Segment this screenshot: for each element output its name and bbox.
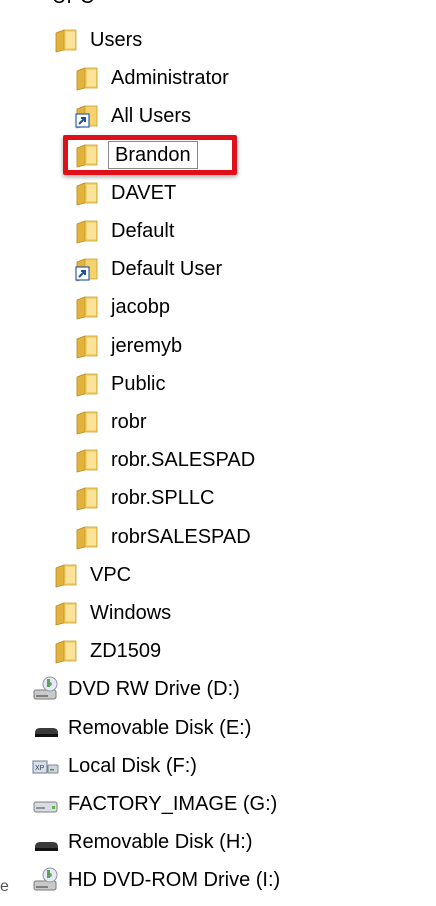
tree-item-label: UPC [52, 0, 94, 8]
folder-icon [54, 600, 78, 626]
tree-item-label: Public [111, 372, 166, 395]
folder-icon [75, 294, 99, 320]
tree-item-label: DVD RW Drive (D:) [68, 678, 240, 701]
tree-item-label: Users [90, 29, 143, 51]
tree-item[interactable]: Windows [54, 594, 174, 632]
partial-tree-item[interactable]: UPC [52, 0, 94, 9]
tree-item-label: Removable Disk (H:) [68, 831, 253, 854]
folder-icon [75, 180, 99, 206]
tree-item[interactable]: jacobp [75, 288, 173, 326]
tree-item[interactable]: ZD1509 [54, 632, 164, 670]
removable-disk-icon [32, 715, 58, 741]
tree-item-label: robr [111, 411, 147, 433]
tree-item[interactable]: Default User [75, 250, 225, 288]
tree-item-label: All Users [111, 105, 192, 128]
folder-icon [75, 485, 99, 511]
folder-icon [75, 447, 99, 473]
tree-item[interactable]: HD DVD-ROM Drive (I:) [32, 861, 283, 899]
tree-item-label: Default User [111, 258, 223, 281]
tree-item-label: Administrator [111, 67, 229, 90]
tree-item[interactable]: Users [54, 21, 145, 59]
tree-item[interactable]: Public [75, 365, 168, 403]
svg-text:XP: XP [35, 765, 45, 772]
removable-disk-icon [32, 829, 58, 855]
folder-icon [54, 27, 78, 53]
tree-item-label: jeremyb [111, 334, 183, 357]
folder-tree: UPC Users Administrator All Users Brando… [0, 0, 436, 899]
tree-item-label: jacobp [111, 296, 170, 319]
tree-item-label: DAVET [111, 181, 177, 204]
folder-icon [75, 409, 99, 435]
tree-item[interactable]: XP Local Disk (F:) [32, 747, 200, 785]
folder-icon [54, 638, 78, 664]
tree-item[interactable]: robr.SPLLC [75, 479, 217, 517]
tree-item-label: VPC [90, 563, 132, 586]
tree-item-label: HD DVD-ROM Drive (I:) [68, 869, 281, 892]
tree-item[interactable]: robr.SALESPAD [75, 441, 258, 479]
tree-item[interactable]: Default [75, 212, 177, 250]
tree-item-label: robr.SALESPAD [111, 449, 256, 472]
folder-icon [75, 333, 99, 359]
tree-item-label: Windows [90, 602, 172, 624]
tree-item-label: Local Disk (F:) [68, 754, 197, 777]
tree-item[interactable]: Removable Disk (H:) [32, 823, 255, 861]
stray-character: e [0, 878, 9, 895]
tree-item-label: robr.SPLLC [111, 487, 215, 510]
tree-item-label: ZD1509 [90, 640, 162, 663]
shortcut-folder-icon [75, 103, 99, 129]
tree-item[interactable]: DAVET [75, 174, 179, 212]
hard-drive-icon [32, 791, 58, 817]
dvd-drive-icon [32, 676, 58, 702]
tree-item-label: robrSALESPAD [111, 525, 251, 548]
folder-icon [75, 524, 99, 550]
folder-icon [75, 218, 99, 244]
tree-item[interactable]: robr [75, 403, 150, 441]
tree-item[interactable]: DVD RW Drive (D:) [32, 670, 243, 708]
shortcut-folder-icon [75, 256, 99, 282]
tree-item[interactable]: FACTORY_IMAGE (G:) [32, 785, 280, 823]
tree-item[interactable]: robrSALESPAD [75, 518, 254, 556]
tree-item[interactable]: Administrator [75, 59, 232, 97]
tree-item-label: FACTORY_IMAGE (G:) [68, 793, 278, 815]
tree-item-label: Default [111, 220, 175, 242]
folder-icon [54, 562, 78, 588]
tree-item-label: Removable Disk (E:) [68, 716, 252, 739]
local-disk-icon: XP [32, 753, 59, 779]
folder-icon [75, 65, 99, 91]
tree-item[interactable]: jeremyb [75, 327, 185, 365]
tree-item[interactable]: VPC [54, 556, 134, 594]
tree-item[interactable]: Removable Disk (E:) [32, 709, 254, 747]
dvd-drive-icon [32, 867, 58, 893]
highlight-box [63, 135, 237, 175]
folder-icon [75, 371, 99, 397]
tree-item[interactable]: All Users [75, 97, 194, 135]
